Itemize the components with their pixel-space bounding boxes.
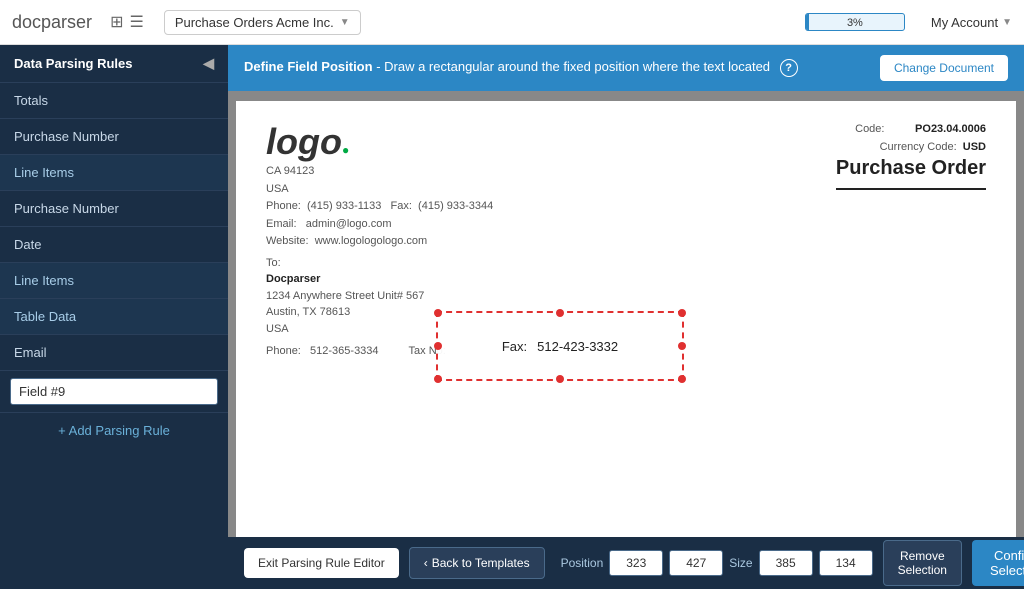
sidebar-item-label: Email bbox=[14, 345, 47, 360]
sidebar: Data Parsing Rules ◀ Totals Purchase Num… bbox=[0, 45, 228, 589]
right-area: Define Field Position - Draw a rectangul… bbox=[228, 45, 1024, 589]
define-field-bar: Define Field Position - Draw a rectangul… bbox=[228, 45, 1024, 91]
remove-selection-button[interactable]: Remove Selection bbox=[883, 540, 962, 586]
doc-selector-label: Purchase Orders Acme Inc. bbox=[175, 15, 334, 30]
sidebar-item-label: Line Items bbox=[14, 165, 74, 180]
sidebar-item-label: Table Data bbox=[14, 309, 76, 324]
grid-icon[interactable]: ⊞ bbox=[110, 12, 123, 32]
logo-dot: ● bbox=[342, 143, 349, 157]
sidebar-item-line-items-2[interactable]: Line Items bbox=[0, 263, 228, 299]
my-account-label: My Account bbox=[931, 15, 998, 30]
handle-bottom-mid[interactable] bbox=[556, 375, 564, 383]
address-line-1: CA 94123 bbox=[266, 163, 493, 181]
logo-image: logo● bbox=[266, 121, 493, 163]
sidebar-item-purchase-number-1[interactable]: Purchase Number bbox=[0, 119, 228, 155]
field9-input[interactable] bbox=[10, 378, 218, 405]
sidebar-item-purchase-number-2[interactable]: Purchase Number bbox=[0, 191, 228, 227]
back-chevron-icon: ‹ bbox=[424, 556, 428, 570]
doc-codes: Code: PO23.04.0006 Currency Code: USD Pu… bbox=[836, 121, 986, 251]
sidebar-item-label: Line Items bbox=[14, 273, 74, 288]
currency-value: USD bbox=[963, 141, 986, 153]
sidebar-item-label: Purchase Number bbox=[14, 129, 119, 144]
selection-fax-value: 512-423-3332 bbox=[537, 339, 618, 354]
confirm-selection-button[interactable]: Confirm Selection bbox=[972, 540, 1024, 586]
handle-top-right[interactable] bbox=[678, 309, 686, 317]
sidebar-item-totals[interactable]: Totals bbox=[0, 83, 228, 119]
code-value: PO23.04.0006 bbox=[915, 123, 986, 135]
my-account-menu[interactable]: My Account ▼ bbox=[931, 15, 1012, 30]
document-content: logo● CA 94123 USA Phone: (415) 933-1133… bbox=[236, 101, 1016, 537]
change-document-button[interactable]: Change Document bbox=[880, 55, 1008, 81]
topbar: docparser ⊞ ☰ Purchase Orders Acme Inc. … bbox=[0, 0, 1024, 45]
back-to-templates-label: Back to Templates bbox=[432, 556, 530, 570]
define-field-label-bold: Define Field Position bbox=[244, 59, 373, 74]
purchase-order-title: Purchase Order bbox=[836, 152, 986, 190]
position-x-input[interactable] bbox=[609, 550, 663, 576]
bottom-bar: Exit Parsing Rule Editor ‹ Back to Templ… bbox=[228, 537, 1024, 589]
menu-icon[interactable]: ☰ bbox=[129, 12, 143, 32]
sidebar-item-email[interactable]: Email bbox=[0, 335, 228, 371]
position-label: Position bbox=[561, 556, 604, 570]
sidebar-item-label: Date bbox=[14, 237, 41, 252]
help-icon[interactable]: ? bbox=[780, 59, 798, 77]
handle-right-mid[interactable] bbox=[678, 342, 686, 350]
account-chevron-icon: ▼ bbox=[1002, 17, 1012, 28]
code-row: Code: PO23.04.0006 bbox=[836, 121, 986, 139]
size-w-input[interactable] bbox=[759, 550, 813, 576]
topbar-icons: ⊞ ☰ bbox=[110, 12, 144, 32]
selection-fax-label: Fax: bbox=[502, 339, 527, 354]
progress-container: 3% bbox=[805, 13, 905, 31]
address-line-5: Website: www.logologologo.com bbox=[266, 233, 493, 251]
add-parsing-rule-label: + Add Parsing Rule bbox=[58, 423, 170, 438]
chevron-down-icon: ▼ bbox=[340, 17, 350, 28]
sidebar-item-field9[interactable] bbox=[0, 371, 228, 413]
sidebar-item-label: Totals bbox=[14, 93, 48, 108]
back-to-templates-button[interactable]: ‹ Back to Templates bbox=[409, 547, 545, 579]
define-field-instruction: Define Field Position - Draw a rectangul… bbox=[244, 59, 798, 77]
sidebar-item-date[interactable]: Date bbox=[0, 227, 228, 263]
progress-bar: 3% bbox=[805, 13, 905, 31]
logo-parser: parser bbox=[41, 12, 92, 32]
logo-doc: doc bbox=[12, 12, 41, 32]
address-line-2: USA bbox=[266, 181, 493, 199]
document-selector[interactable]: Purchase Orders Acme Inc. ▼ bbox=[164, 10, 361, 35]
selection-box[interactable]: Fax: 512-423-3332 bbox=[436, 311, 684, 381]
document-area: logo● CA 94123 USA Phone: (415) 933-1133… bbox=[228, 91, 1024, 537]
sidebar-collapse-icon[interactable]: ◀ bbox=[203, 55, 214, 72]
phone-label: Phone: 512-365-3334 bbox=[266, 345, 379, 357]
sidebar-item-line-items-1[interactable]: Line Items bbox=[0, 155, 228, 191]
progress-label: 3% bbox=[806, 14, 904, 31]
define-field-label-rest: - Draw a rectangular around the fixed po… bbox=[376, 59, 770, 74]
to-name: Docparser bbox=[266, 273, 320, 285]
sidebar-header: Data Parsing Rules ◀ bbox=[0, 45, 228, 83]
size-label: Size bbox=[729, 556, 752, 570]
app-logo: docparser bbox=[12, 12, 92, 33]
sidebar-item-label: Purchase Number bbox=[14, 201, 119, 216]
handle-left-mid[interactable] bbox=[434, 342, 442, 350]
position-y-input[interactable] bbox=[669, 550, 723, 576]
to-addr-1: 1234 Anywhere Street Unit# 567 bbox=[266, 288, 986, 305]
handle-top-mid[interactable] bbox=[556, 309, 564, 317]
handle-top-left[interactable] bbox=[434, 309, 442, 317]
doc-logo: logo● CA 94123 USA Phone: (415) 933-1133… bbox=[266, 121, 493, 251]
position-size-area: Position Size bbox=[561, 550, 873, 576]
sidebar-item-table-data[interactable]: Table Data bbox=[0, 299, 228, 335]
add-parsing-rule-button[interactable]: + Add Parsing Rule bbox=[0, 413, 228, 448]
sidebar-title: Data Parsing Rules bbox=[14, 56, 133, 71]
doc-address: CA 94123 USA Phone: (415) 933-1133 Fax: … bbox=[266, 163, 493, 251]
main-area: Data Parsing Rules ◀ Totals Purchase Num… bbox=[0, 45, 1024, 589]
address-line-3: Phone: (415) 933-1133 Fax: (415) 933-334… bbox=[266, 198, 493, 216]
to-label: To: bbox=[266, 255, 986, 272]
doc-header: logo● CA 94123 USA Phone: (415) 933-1133… bbox=[266, 121, 986, 251]
size-h-input[interactable] bbox=[819, 550, 873, 576]
handle-bottom-right[interactable] bbox=[678, 375, 686, 383]
exit-parsing-rule-button[interactable]: Exit Parsing Rule Editor bbox=[244, 548, 399, 578]
address-line-4: Email: admin@logo.com bbox=[266, 216, 493, 234]
handle-bottom-left[interactable] bbox=[434, 375, 442, 383]
